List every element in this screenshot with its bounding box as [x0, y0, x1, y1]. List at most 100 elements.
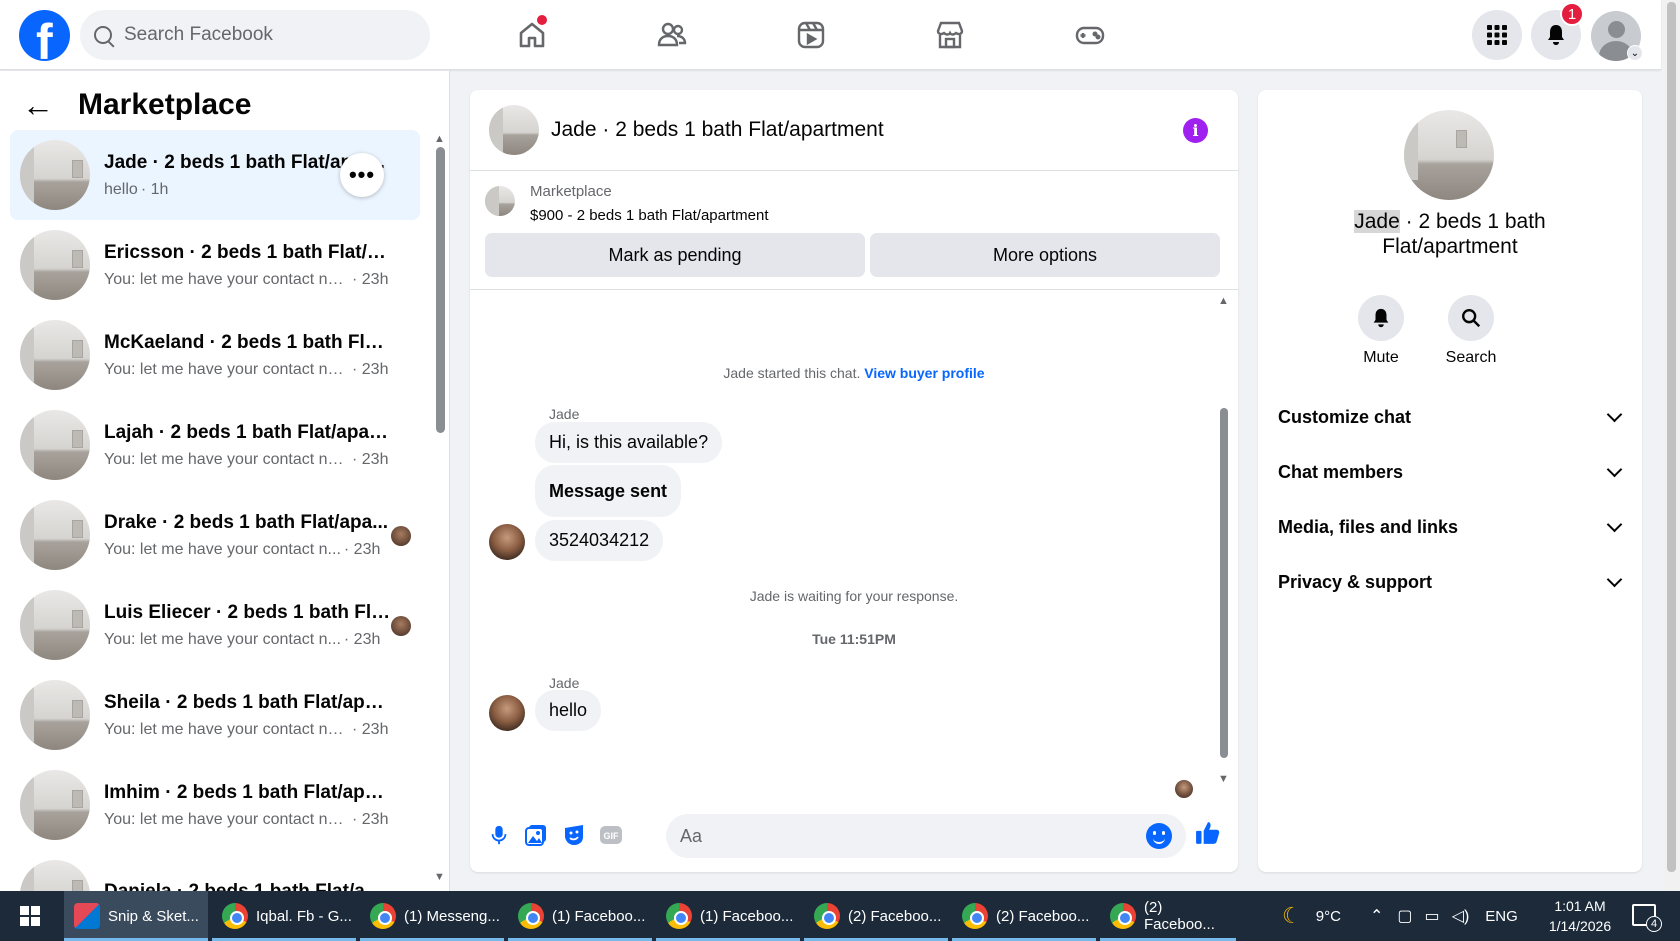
message-bubble[interactable]: Hi, is this available? — [535, 422, 723, 463]
search-label: Search — [1445, 349, 1497, 366]
taskbar-app[interactable]: (2) Faceboo... — [804, 891, 948, 941]
network-icon[interactable]: ▭ — [1425, 906, 1440, 926]
menu-grid-icon[interactable] — [1472, 10, 1522, 60]
search-in-chat-button[interactable]: Search — [1431, 295, 1511, 367]
conversation-item[interactable]: Lajah · 2 beds 1 bath Flat/apart... You:… — [10, 400, 420, 490]
video-icon[interactable] — [771, 13, 851, 57]
conversation-item[interactable]: Jade · 2 beds 1 bath Flat/apar... hello ·… — [10, 130, 420, 220]
section-label: Customize chat — [1278, 406, 1412, 427]
conversation-preview: You: let me have your contact nu... — [104, 360, 349, 378]
info-icon[interactable]: i — [1183, 118, 1208, 143]
microphone-icon[interactable] — [486, 822, 512, 848]
more-options-icon[interactable]: ••• — [340, 153, 384, 197]
taskbar-app[interactable]: (1) Faceboo... — [508, 891, 652, 941]
friends-icon[interactable] — [632, 13, 712, 57]
message-bubble[interactable]: hello — [535, 690, 602, 731]
conversation-list-scrollbar[interactable]: ▲ ▼ — [434, 133, 446, 883]
chat-scrollbar[interactable]: ▲ ▼ — [1218, 295, 1230, 790]
view-buyer-profile-link[interactable]: View buyer profile — [864, 365, 984, 381]
conversation-item[interactable]: Luis Eliecer · 2 beds 1 bath Fla... You:… — [10, 580, 420, 670]
taskbar-app-label: Snip & Sket... — [108, 907, 199, 925]
conversation-name: Daniela · 2 beds 1 bath Flat/apar... — [104, 880, 394, 892]
conversation-item[interactable]: Imhim · 2 beds 1 bath Flat/apart... You:… — [10, 760, 420, 850]
scroll-up-arrow-icon[interactable]: ▲ — [1218, 295, 1229, 307]
emoji-icon[interactable] — [1146, 823, 1172, 849]
moon-icon: ☾ — [1282, 903, 1302, 928]
conversation-preview: hello — [104, 180, 138, 198]
notifications-bell-icon[interactable]: 1 — [1531, 2, 1584, 60]
section-label: Chat members — [1278, 461, 1404, 482]
taskbar-app[interactable]: (2) Faceboo... — [952, 891, 1096, 941]
search-input[interactable] — [124, 24, 404, 46]
sender-avatar[interactable] — [489, 524, 525, 560]
search-icon — [1448, 295, 1494, 341]
chrome-icon — [962, 903, 988, 929]
weather-widget[interactable]: ☾ 9°C — [1282, 891, 1341, 941]
scrollbar-thumb[interactable] — [436, 147, 445, 433]
seen-receipt-avatar — [1175, 780, 1193, 798]
conversation-item[interactable]: Ericsson · 2 beds 1 bath Flat/apa... You… — [10, 220, 420, 310]
scrollbar-thumb[interactable] — [1220, 408, 1228, 758]
read-receipt-avatar — [391, 526, 411, 546]
action-center-icon[interactable]: 4 — [1632, 904, 1662, 932]
gaming-icon[interactable] — [1050, 13, 1130, 57]
message-bubble[interactable]: Message sent — [535, 465, 682, 517]
customize-chat-section[interactable]: Customize chat — [1278, 395, 1628, 439]
privacy-support-section[interactable]: Privacy & support — [1278, 560, 1628, 604]
top-navigation-bar: f 1 ⌄ — [0, 0, 1661, 70]
mark-as-pending-button[interactable]: Mark as pending — [485, 233, 865, 277]
taskbar-app[interactable]: Snip & Sket... — [64, 891, 208, 941]
scroll-down-arrow-icon[interactable]: ▼ — [434, 871, 445, 883]
home-icon[interactable] — [492, 13, 572, 57]
listing-thumbnail[interactable] — [489, 105, 539, 155]
message-bubble[interactable]: 3524034212 — [535, 520, 664, 561]
conversation-item[interactable]: Daniela · 2 beds 1 bath Flat/apar... — [10, 850, 420, 891]
listing-price-title[interactable]: $900 - 2 beds 1 bath Flat/apartment — [530, 207, 768, 224]
meet-now-icon[interactable]: ▢ — [1397, 906, 1412, 926]
scroll-down-arrow-icon[interactable]: ▼ — [1218, 773, 1229, 785]
page-scrollbar[interactable] — [1663, 0, 1680, 891]
conversation-item[interactable]: Sheila · 2 beds 1 bath Flat/apart... You… — [10, 670, 420, 760]
chat-members-section[interactable]: Chat members — [1278, 450, 1628, 494]
volume-icon[interactable]: ◁) — [1452, 906, 1470, 926]
chevron-down-icon — [1606, 406, 1623, 422]
language-indicator[interactable]: ENG — [1485, 908, 1518, 925]
panel-title: Marketplace — [78, 88, 252, 121]
conversation-item[interactable]: McKaeland · 2 beds 1 bath Flat/a... You:… — [10, 310, 420, 400]
search-bar[interactable] — [80, 10, 430, 60]
mute-button[interactable]: Mute — [1341, 295, 1421, 367]
conversation-item[interactable]: Drake · 2 beds 1 bath Flat/apa... You: l… — [10, 490, 420, 580]
chat-title[interactable]: Jade · 2 beds 1 bath Flat/apartment — [551, 118, 884, 142]
sender-name: Jade — [549, 675, 580, 691]
listing-thumbnail — [20, 680, 90, 750]
marketplace-icon[interactable] — [910, 13, 990, 57]
photo-icon[interactable] — [523, 822, 549, 848]
scroll-up-arrow-icon[interactable]: ▲ — [434, 133, 445, 145]
sticker-icon[interactable] — [561, 822, 587, 848]
conversation-preview: You: let me have your contact n... — [104, 630, 341, 648]
taskbar-app[interactable]: Iqbal. Fb - G... — [212, 891, 356, 941]
back-arrow-icon[interactable]: ← — [22, 89, 54, 121]
windows-taskbar: Snip & Sket... Iqbal. Fb - G... (1) Mess… — [0, 891, 1680, 941]
chat-started-notice: Jade started this chat. View buyer profi… — [470, 365, 1238, 381]
page-scrollbar-thumb[interactable] — [1667, 2, 1676, 872]
taskbar-app[interactable]: (2) Faceboo... — [1100, 891, 1236, 941]
listing-thumbnail[interactable] — [485, 186, 515, 216]
taskbar-app[interactable]: (1) Faceboo... — [656, 891, 800, 941]
thumbs-up-icon[interactable] — [1195, 820, 1221, 846]
windows-start-icon[interactable] — [0, 891, 60, 941]
listing-avatar[interactable] — [1404, 110, 1494, 200]
media-files-links-section[interactable]: Media, files and links — [1278, 505, 1628, 549]
system-clock[interactable]: 1:01 AM 1/14/2026 — [1535, 896, 1625, 936]
chevron-up-icon[interactable]: ⌃ — [1370, 906, 1383, 926]
more-options-button[interactable]: More options — [870, 233, 1220, 277]
facebook-logo[interactable]: f — [19, 10, 70, 70]
chat-name-highlight: Jade — [1354, 210, 1400, 233]
taskbar-app-label: (2) Faceboo... — [1144, 899, 1215, 933]
message-input[interactable] — [666, 814, 1186, 858]
gif-icon[interactable]: GIF — [598, 822, 624, 848]
sender-avatar[interactable] — [489, 695, 525, 731]
taskbar-app[interactable]: (1) Messeng... — [360, 891, 504, 941]
listing-thumbnail — [20, 410, 90, 480]
account-chevron-down-icon[interactable]: ⌄ — [1627, 45, 1643, 61]
